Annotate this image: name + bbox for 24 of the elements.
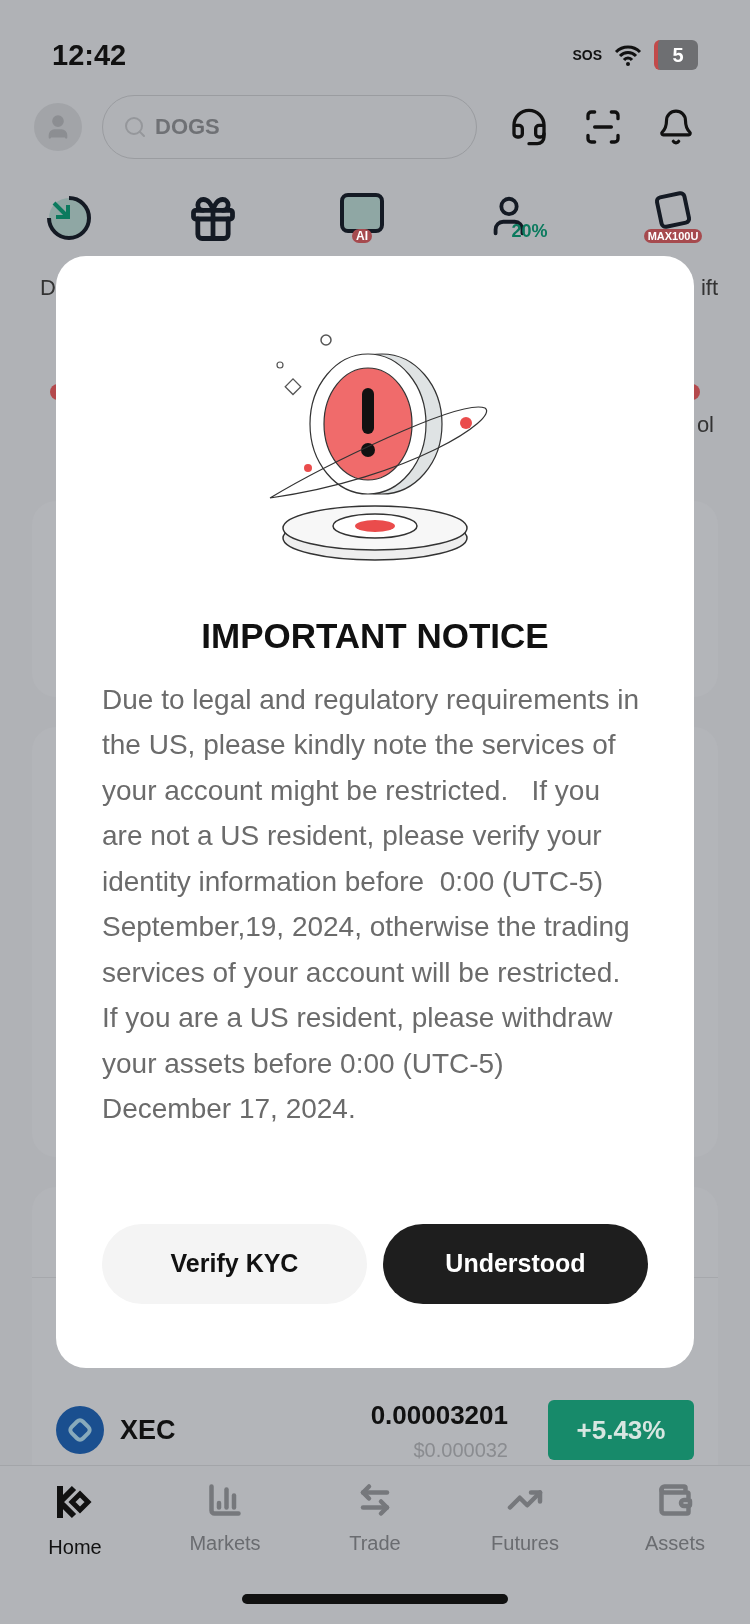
dialog-button[interactable]: Understood [383,1224,648,1304]
sos-indicator: SOS [572,45,602,65]
nav-tab[interactable]: Assets [615,1482,735,1563]
coin-symbol: XEC [120,1414,176,1448]
support-icon[interactable] [509,106,549,147]
nav-tab[interactable]: Trade [315,1482,435,1563]
dialog-title: IMPORTANT NOTICE [201,615,549,657]
bell-icon[interactable] [657,107,695,146]
wifi-icon [614,44,642,67]
search-placeholder: DOGS [155,113,220,142]
shortcut-label: D [40,273,56,302]
change-badge: +5.43% [548,1400,694,1461]
clock-time: 12:42 [52,37,127,73]
battery-indicator: 5 [654,40,698,71]
dialog-button[interactable]: Verify KYC [102,1224,367,1304]
coin-icon [56,1406,104,1455]
nav-tab[interactable]: Home [15,1482,135,1563]
notice-text: Due to legal and regulatory requirements in the US, please kindly note the services of your account might be restricted. If you are not a US resident, please verify your identity information before 0:00 (UTC-5) September,19, 2024, otherwise the trading services of your account will be restricted. If you are a US resident, please withdraw your assets before 0:00 (UTC-5) December 17, 2024. [101,682,640,1126]
nav-tab[interactable]: Markets [165,1482,285,1563]
search-icon [123,114,147,139]
coin-price: 0.00003201 [370,1398,508,1432]
shortcut-label: ift [700,273,718,302]
nav-tab[interactable]: Futures [465,1482,585,1563]
shortcut-label: ol [696,410,714,439]
